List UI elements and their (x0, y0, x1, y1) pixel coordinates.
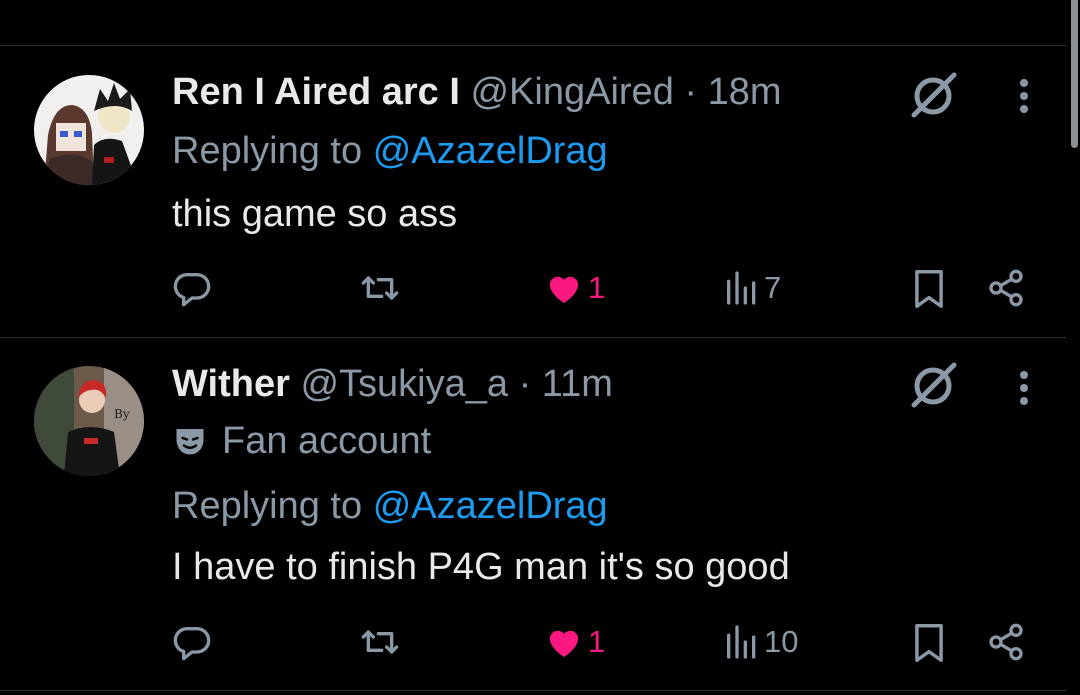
heart-icon (549, 276, 579, 303)
view-count: 7 (764, 270, 782, 305)
more-icon[interactable] (1006, 368, 1042, 408)
views-icon (727, 271, 756, 305)
like-button[interactable]: 1 (544, 268, 605, 308)
previous-tweet-edge (0, 0, 1080, 46)
badge-label: Fan account (222, 420, 432, 462)
tweet[interactable]: By Wither @Tsukiya_a · 11m Fan account R… (0, 338, 1066, 690)
bookmark-icon (915, 624, 943, 662)
more-icon[interactable] (1006, 76, 1042, 116)
mention-link[interactable]: @AzazelDrag (373, 485, 608, 527)
handle[interactable]: @Tsukiya_a (300, 363, 508, 405)
replying-to: Replying to @AzazelDrag (172, 484, 608, 528)
scrollbar[interactable] (1068, 0, 1080, 695)
reply-icon (173, 627, 211, 661)
reply-icon (173, 273, 211, 307)
retweet-button[interactable] (358, 622, 402, 662)
timestamp[interactable]: 18m (708, 71, 782, 113)
grok-icon[interactable] (902, 358, 966, 412)
display-name[interactable]: Wither (172, 363, 290, 405)
fan-account-badge: Fan account (172, 419, 431, 463)
views-button[interactable]: 7 (724, 268, 781, 308)
display-name[interactable]: Ren I Aired arc I (172, 71, 460, 113)
share-icon (989, 623, 1023, 661)
grok-icon[interactable] (902, 68, 966, 122)
replying-prefix: Replying to (172, 130, 363, 172)
views-icon (727, 625, 756, 659)
views-button[interactable]: 10 (724, 622, 798, 662)
mask-icon (176, 429, 204, 455)
bookmark-button[interactable] (910, 268, 948, 310)
heart-icon (549, 630, 579, 657)
avatar[interactable]: By (34, 366, 144, 476)
tweet-text: I have to finish P4G man it's so good (172, 546, 790, 588)
separator: · (518, 363, 532, 405)
reply-button[interactable] (172, 268, 212, 308)
like-count: 1 (588, 624, 606, 659)
like-button[interactable]: 1 (544, 622, 605, 662)
svg-text:By: By (114, 407, 130, 421)
share-icon (989, 269, 1023, 307)
tweet-text: this game so ass (172, 193, 458, 235)
replying-to: Replying to @AzazelDrag (172, 129, 608, 173)
reply-button[interactable] (172, 622, 212, 662)
separator: · (684, 71, 698, 113)
share-button[interactable] (986, 622, 1026, 662)
mention-link[interactable]: @AzazelDrag (373, 130, 608, 172)
timestamp[interactable]: 11m (542, 363, 613, 405)
retweet-icon (361, 630, 399, 654)
view-count: 10 (764, 624, 799, 659)
retweet-icon (361, 276, 399, 300)
bookmark-icon (915, 269, 943, 308)
scrollbar-thumb[interactable] (1071, 0, 1078, 148)
replying-prefix: Replying to (172, 485, 363, 527)
share-button[interactable] (986, 268, 1026, 308)
divider (0, 690, 1066, 691)
retweet-button[interactable] (358, 268, 402, 308)
handle[interactable]: @KingAired (470, 71, 673, 113)
like-count: 1 (588, 270, 606, 305)
bookmark-button[interactable] (910, 622, 948, 664)
avatar[interactable] (34, 75, 144, 185)
tweet[interactable]: Ren I Aired arc I @KingAired · 18m Reply… (0, 46, 1066, 337)
